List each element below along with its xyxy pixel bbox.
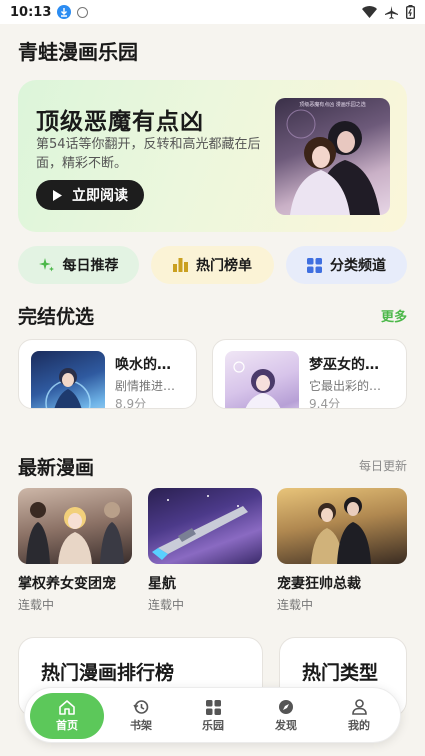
tab-discover-label: 发现 <box>275 719 297 732</box>
hero-banner[interactable]: 顶级恶魔有点凶 第54话等你翻开，反转和高光都藏在后面，精彩不断。 立即阅读 顶… <box>18 80 407 232</box>
hot-rank-card-title: 热门漫画排行榜 <box>41 662 175 684</box>
hero-cover-image[interactable]: 顶级恶魔有点凶 漫画乐园之选 <box>275 98 390 215</box>
read-now-label: 立即阅读 <box>72 188 128 204</box>
status-time: 10:13 <box>10 4 52 20</box>
comic-status: 连载中 <box>148 598 185 612</box>
finished-card[interactable]: 唤水的… 剧情推进… 8.9分 <box>18 339 197 409</box>
comic-title: 掌权养女变团宠 <box>18 576 116 592</box>
comic-title: 宠妻狂帅总裁 <box>277 576 361 592</box>
latest-section-title: 最新漫画 <box>18 457 95 479</box>
tab-bookshelf-label: 书架 <box>130 719 152 732</box>
comic-status: 连载中 <box>18 598 55 612</box>
category-label: 分类频道 <box>330 258 386 274</box>
tab-profile-label: 我的 <box>348 719 370 732</box>
finished-cover-image <box>225 351 299 408</box>
daily-recommend-label: 每日推荐 <box>62 258 119 274</box>
finished-desc: 它最出彩的… <box>309 379 382 393</box>
tab-discover[interactable]: 发现 <box>249 688 323 744</box>
comic-title: 星航 <box>148 576 176 592</box>
finished-section-title: 完结优选 <box>18 306 95 328</box>
tab-home[interactable]: 首页 <box>30 693 104 739</box>
tab-profile[interactable]: 我的 <box>322 688 396 744</box>
compass-icon <box>279 700 293 714</box>
finished-score: 9.4分 <box>309 397 341 409</box>
comic-cover-image <box>18 488 132 564</box>
battery-icon <box>406 5 415 19</box>
home-icon <box>59 699 75 715</box>
daily-update-label: 每日更新 <box>358 459 407 473</box>
tab-home-label: 首页 <box>56 718 78 732</box>
read-now-button[interactable]: 立即阅读 <box>36 180 144 210</box>
comic-card[interactable]: 掌权养女变团宠 连载中 <box>18 488 132 613</box>
hot-genre-card-title: 热门类型 <box>302 662 379 684</box>
hot-rank-chip[interactable]: 热门榜单 <box>151 246 274 284</box>
history-icon <box>133 700 149 714</box>
finished-title: 梦巫女的… <box>309 357 379 373</box>
finished-card[interactable]: 梦巫女的… 它最出彩的… 9.4分 <box>212 339 407 409</box>
finished-cover-image <box>31 351 105 408</box>
hot-rank-label: 热门榜单 <box>196 258 252 274</box>
app-title: 青蛙漫画乐园 <box>18 40 138 64</box>
more-link[interactable]: 更多 <box>381 306 407 325</box>
status-bar: 10:13 <box>0 0 425 24</box>
finished-title: 唤水的… <box>115 357 171 373</box>
sparkle-icon <box>38 258 54 272</box>
bar-chart-icon <box>173 258 188 272</box>
download-icon <box>57 5 72 19</box>
wifi-icon <box>362 6 377 18</box>
finished-desc: 剧情推进… <box>115 379 176 393</box>
tab-park-label: 乐园 <box>202 718 224 732</box>
grid-icon <box>205 699 221 715</box>
hero-title: 顶级恶魔有点凶 <box>36 109 204 135</box>
hero-cover-art <box>286 109 380 215</box>
tab-bookshelf[interactable]: 书架 <box>104 688 178 744</box>
comic-cover-image <box>277 488 407 564</box>
person-icon <box>351 699 367 715</box>
airplane-icon <box>385 5 398 19</box>
comic-status: 连载中 <box>277 598 314 612</box>
grid-icon <box>307 257 322 273</box>
comic-card[interactable]: 星航 连载中 <box>148 488 262 613</box>
hero-description: 第54话等你翻开，反转和高光都藏在后面，精彩不断。 <box>36 137 261 171</box>
info-icon <box>77 6 89 18</box>
daily-recommend-chip[interactable]: 每日推荐 <box>18 246 139 284</box>
play-icon <box>53 189 62 201</box>
comic-cover-image <box>148 488 262 564</box>
finished-score: 8.9分 <box>115 397 147 409</box>
category-chip[interactable]: 分类频道 <box>286 246 407 284</box>
comic-card[interactable]: 宠妻狂帅总裁 连载中 <box>277 488 407 613</box>
tab-park[interactable]: 乐园 <box>176 688 250 744</box>
bottom-tab-bar: 首页 书架 乐园 发现 我的 <box>24 687 401 743</box>
hero-cover-text: 顶级恶魔有点凶 漫画乐园之选 <box>299 102 366 108</box>
